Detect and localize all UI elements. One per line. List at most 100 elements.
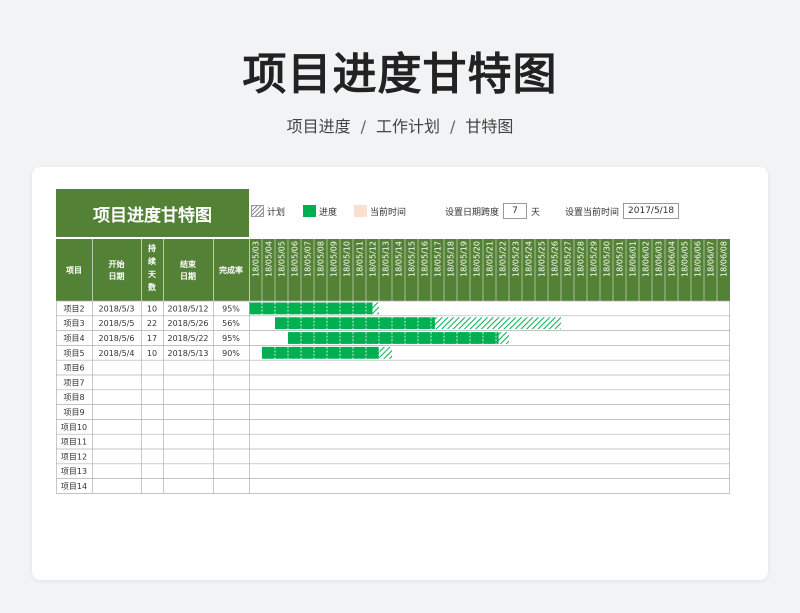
header-end: 结束 xyxy=(180,259,197,269)
progress-bar xyxy=(249,302,373,315)
date-header: 18/05/23 xyxy=(512,241,521,277)
breadcrumb: 项目进度 / 工作计划 / 甘特图 xyxy=(0,113,800,137)
current-time-input[interactable]: 2017/5/18 xyxy=(623,203,680,219)
date-header: 18/05/25 xyxy=(538,241,547,277)
row-project: 项目14 xyxy=(61,482,87,491)
date-header: 18/05/04 xyxy=(265,241,274,277)
row-project: 项目10 xyxy=(61,423,87,432)
date-header: 18/05/08 xyxy=(317,241,326,277)
row-start-date: 2018/5/3 xyxy=(99,304,135,313)
breadcrumb-item: 甘特图 xyxy=(465,117,514,136)
span-input[interactable]: 7 xyxy=(503,203,528,219)
row-project: 项目8 xyxy=(63,393,84,402)
date-header: 18/06/05 xyxy=(681,241,690,277)
progress-bar xyxy=(275,317,435,330)
row-end-date: 2018/5/26 xyxy=(167,319,208,328)
date-header: 18/05/14 xyxy=(395,241,404,277)
row-completion: 95% xyxy=(222,304,240,313)
row-completion: 95% xyxy=(222,334,240,343)
row-start-date: 2018/5/4 xyxy=(99,349,135,358)
sheet-title: 项目进度甘特图 xyxy=(56,189,249,237)
date-header: 18/05/15 xyxy=(408,241,417,277)
breadcrumb-separator: / xyxy=(360,117,366,136)
date-header: 18/06/06 xyxy=(694,241,703,277)
row-end-date: 2018/5/12 xyxy=(167,304,208,313)
header-duration: 数 xyxy=(148,282,157,292)
header-project: 项目 xyxy=(66,266,82,275)
header-end: 日期 xyxy=(180,271,196,281)
legend-progress-label: 进度 xyxy=(319,207,338,218)
date-header: 18/05/11 xyxy=(356,241,365,277)
row-project: 项目6 xyxy=(63,364,84,373)
date-header: 18/05/24 xyxy=(525,241,534,277)
date-header: 18/06/08 xyxy=(720,241,729,277)
row-start-date: 2018/5/6 xyxy=(99,334,135,343)
date-header: 18/05/27 xyxy=(564,241,573,277)
row-project: 项目7 xyxy=(63,378,84,387)
legend-plan: 计划 xyxy=(251,203,285,219)
progress-bar xyxy=(262,346,379,359)
row-duration: 10 xyxy=(147,349,157,358)
gantt-sheet: 项目进度甘特图 计划 进度 当前时间 设置日期跨度 7 天 设置当前时间 201… xyxy=(56,189,746,499)
row-project: 项目2 xyxy=(63,304,84,313)
date-header: 18/05/17 xyxy=(434,241,443,277)
sheet-card: 项目进度甘特图 计划 进度 当前时间 设置日期跨度 7 天 设置当前时间 201… xyxy=(32,167,768,580)
legend-today-label: 当前时间 xyxy=(370,207,407,218)
gantt-grid: 项目 开始日期 持续天数 结束日期 完成率 18/05/03 18/05/04 18/05/0… xyxy=(56,239,730,494)
row-completion: 90% xyxy=(222,349,240,358)
row-project: 项目4 xyxy=(63,334,84,343)
current-time-control: 设置当前时间 2017/5/18 xyxy=(565,203,683,219)
plan-hatch-icon xyxy=(251,205,264,217)
date-header: 18/05/12 xyxy=(369,241,378,277)
row-end-date: 2018/5/13 xyxy=(167,349,208,358)
row-duration: 17 xyxy=(147,334,157,343)
date-header: 18/06/03 xyxy=(655,241,664,277)
date-header: 18/05/21 xyxy=(486,241,495,277)
progress-swatch-icon xyxy=(303,205,316,217)
header-duration: 持 xyxy=(148,243,156,253)
date-header: 18/05/28 xyxy=(577,241,586,277)
date-header: 18/05/07 xyxy=(304,241,313,277)
date-header: 18/05/09 xyxy=(330,241,339,277)
date-header: 18/05/18 xyxy=(447,241,456,277)
date-header: 18/05/16 xyxy=(421,241,430,277)
breadcrumb-separator: / xyxy=(450,117,456,136)
date-header: 18/06/01 xyxy=(629,241,638,277)
span-control: 设置日期跨度 7 天 xyxy=(445,203,540,219)
header-start: 日期 xyxy=(109,271,125,281)
date-header: 18/06/04 xyxy=(668,241,677,277)
date-header: 18/05/19 xyxy=(460,241,469,277)
row-start-date: 2018/5/5 xyxy=(99,319,135,328)
header-duration: 天 xyxy=(148,270,157,279)
today-swatch-icon xyxy=(354,205,367,217)
header-completion: 完成率 xyxy=(219,265,243,275)
date-header: 18/05/05 xyxy=(278,241,287,277)
date-header: 18/05/22 xyxy=(499,241,508,277)
date-header: 18/05/26 xyxy=(551,241,560,277)
date-header: 18/05/03 xyxy=(252,241,261,277)
date-header: 18/06/07 xyxy=(707,241,716,277)
legend-progress: 进度 xyxy=(303,203,337,219)
date-header: 18/05/06 xyxy=(291,241,300,277)
date-header: 18/05/10 xyxy=(343,241,352,277)
page-title: 项目进度甘特图 xyxy=(242,49,558,100)
date-header: 18/05/29 xyxy=(590,241,599,277)
breadcrumb-item[interactable]: 工作计划 xyxy=(376,117,440,136)
legend-plan-label: 计划 xyxy=(267,207,286,218)
span-unit: 天 xyxy=(531,207,541,218)
row-end-date: 2018/5/22 xyxy=(167,334,208,343)
row-duration: 10 xyxy=(147,304,157,313)
row-project: 项目3 xyxy=(63,319,84,328)
legend-today: 当前时间 xyxy=(354,203,406,219)
date-header: 18/05/30 xyxy=(603,241,612,277)
row-project: 项目12 xyxy=(61,452,87,461)
row-project: 项目11 xyxy=(61,438,87,447)
current-time-label: 设置当前时间 xyxy=(565,207,620,218)
row-project: 项目9 xyxy=(63,408,84,417)
header-start: 开始 xyxy=(109,259,125,269)
breadcrumb-item[interactable]: 项目进度 xyxy=(287,117,351,136)
date-header: 18/05/13 xyxy=(382,241,391,277)
progress-bar xyxy=(288,332,499,344)
row-project: 项目5 xyxy=(63,349,84,358)
date-header: 18/06/02 xyxy=(642,241,651,277)
